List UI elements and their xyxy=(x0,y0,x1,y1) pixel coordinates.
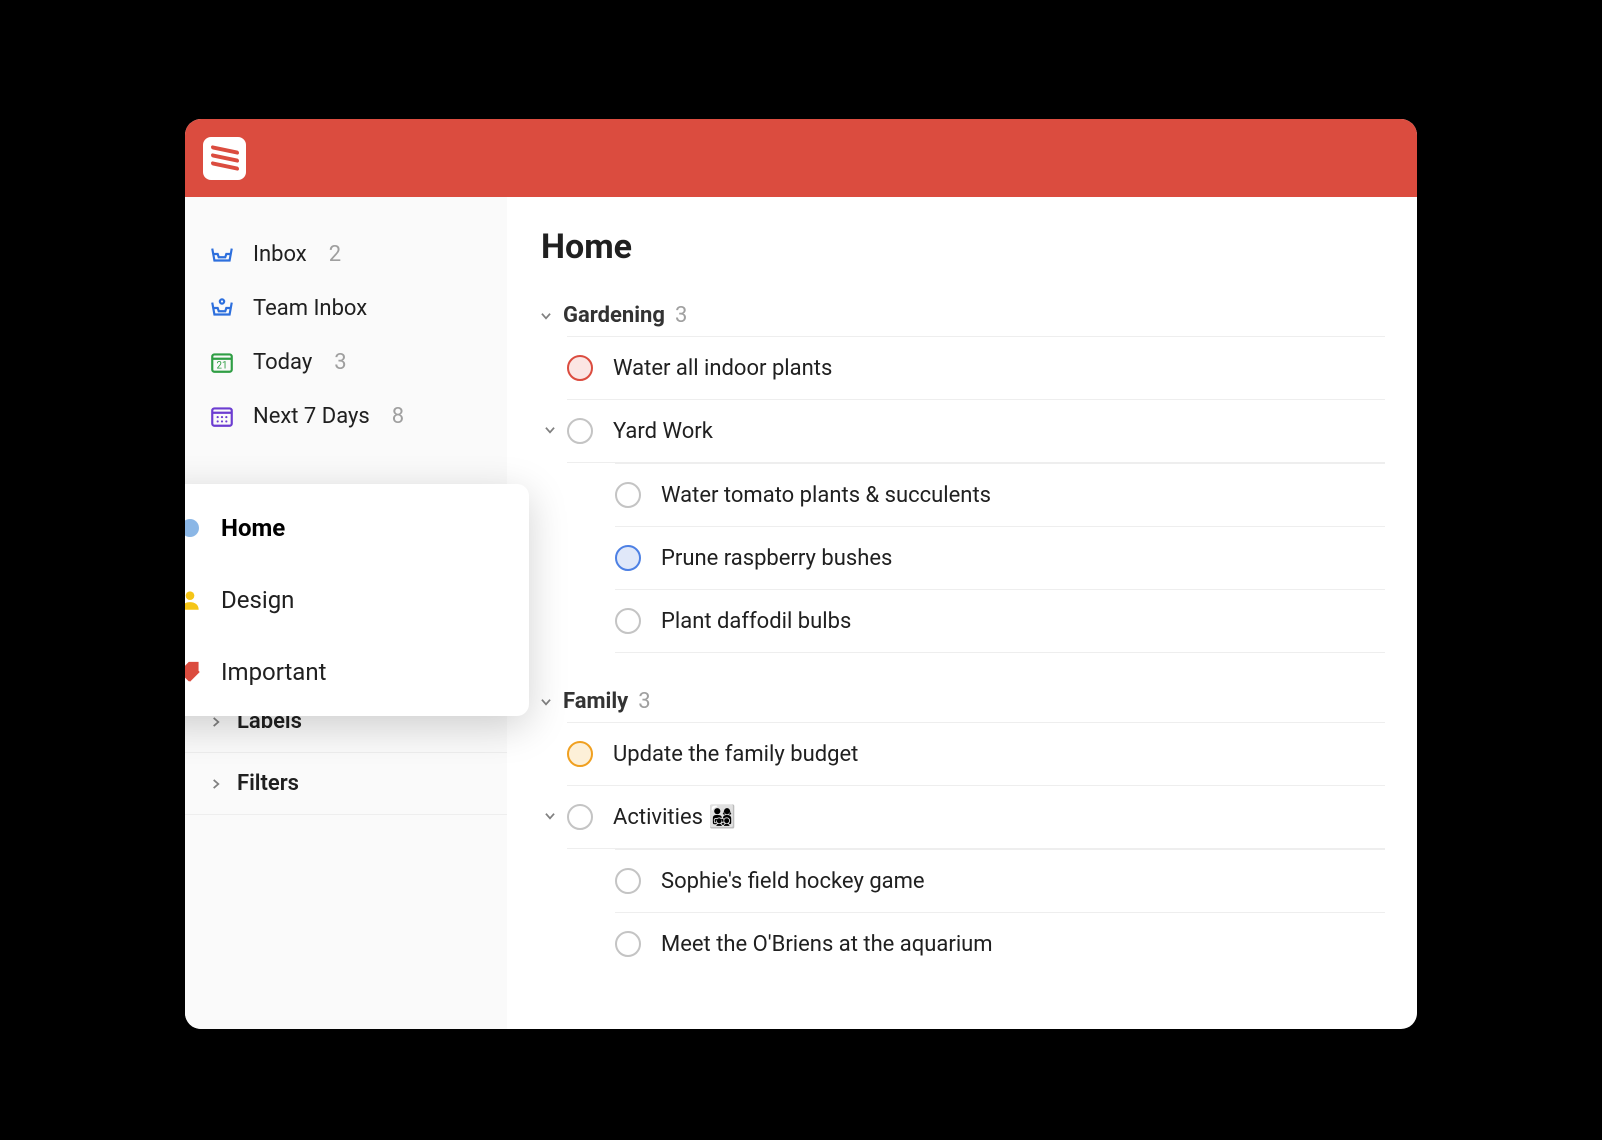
section-count: 3 xyxy=(638,689,650,714)
section-label: Filters xyxy=(237,771,299,796)
task-label: Update the family budget xyxy=(613,742,858,767)
task-row[interactable]: Activities 👨‍👩‍👧‍👦 xyxy=(567,785,1385,849)
task-row[interactable]: Water all indoor plants xyxy=(567,336,1385,399)
chevron-down-icon[interactable] xyxy=(543,423,557,437)
task-label: Water tomato plants & succulents xyxy=(661,483,991,508)
task-label: Water all indoor plants xyxy=(613,356,832,381)
task-row[interactable]: Yard Work xyxy=(567,399,1385,463)
main-content: Home Gardening 3 Water all indoor plants xyxy=(507,197,1417,1029)
section-header[interactable]: Gardening 3 xyxy=(539,303,1385,328)
task-checkbox-icon[interactable] xyxy=(567,804,593,830)
popup-item-design[interactable]: Design xyxy=(185,564,529,636)
task-row[interactable]: Update the family budget xyxy=(567,722,1385,785)
section-name: Gardening xyxy=(563,303,665,328)
chevron-down-icon xyxy=(539,309,553,323)
task-checkbox-icon[interactable] xyxy=(567,418,593,444)
popup-label: Design xyxy=(221,586,294,614)
section-count: 3 xyxy=(675,303,687,328)
popup-label: Important xyxy=(221,658,326,686)
chevron-right-icon xyxy=(209,715,223,729)
section-gardening: Gardening 3 Water all indoor plants Yard… xyxy=(539,303,1385,653)
chevron-down-icon[interactable] xyxy=(543,809,557,823)
task-checkbox-icon[interactable] xyxy=(615,868,641,894)
task-row[interactable]: Water tomato plants & succulents xyxy=(615,463,1385,526)
sidebar-item-team-inbox[interactable]: Team Inbox xyxy=(185,281,507,335)
section-name: Family xyxy=(563,689,628,714)
header-bar xyxy=(185,119,1417,197)
nav-label: Inbox xyxy=(253,242,307,267)
sidebar-section-filters[interactable]: Filters xyxy=(185,753,507,815)
chevron-down-icon xyxy=(539,695,553,709)
task-checkbox-icon[interactable] xyxy=(615,545,641,571)
task-row[interactable]: Prune raspberry bushes xyxy=(615,526,1385,589)
sidebar-item-inbox[interactable]: Inbox 2 xyxy=(185,227,507,281)
popup-item-important[interactable]: Important xyxy=(185,636,529,708)
page-title: Home xyxy=(539,227,1385,267)
task-label: Activities 👨‍👩‍👧‍👦 xyxy=(613,805,736,830)
task-label: Plant daffodil bulbs xyxy=(661,609,851,634)
sidebar-item-next7days[interactable]: Next 7 Days 8 xyxy=(185,389,507,443)
task-checkbox-icon[interactable] xyxy=(615,608,641,634)
nav-count: 8 xyxy=(392,404,404,429)
nav-count: 3 xyxy=(334,350,346,375)
task-checkbox-icon[interactable] xyxy=(615,482,641,508)
section-header[interactable]: Family 3 xyxy=(539,689,1385,714)
nav-label: Team Inbox xyxy=(253,296,367,321)
task-checkbox-icon[interactable] xyxy=(567,355,593,381)
task-label: Prune raspberry bushes xyxy=(661,546,892,571)
task-row[interactable]: Plant daffodil bulbs xyxy=(615,589,1385,653)
calendar-week-icon xyxy=(209,403,235,429)
favorites-popup: Home Design Important xyxy=(185,484,529,716)
person-icon xyxy=(185,587,203,613)
task-label: Meet the O'Briens at the aquarium xyxy=(661,932,993,957)
app-logo-icon[interactable] xyxy=(203,137,246,180)
project-dot-icon xyxy=(185,515,203,541)
task-row[interactable]: Sophie's field hockey game xyxy=(615,849,1385,912)
popup-item-home[interactable]: Home xyxy=(185,492,529,564)
calendar-today-icon: 21 xyxy=(209,349,235,375)
team-inbox-icon xyxy=(209,295,235,321)
section-family: Family 3 Update the family budget Activi… xyxy=(539,689,1385,975)
sidebar-item-today[interactable]: 21 Today 3 xyxy=(185,335,507,389)
task-row[interactable]: Meet the O'Briens at the aquarium xyxy=(615,912,1385,975)
chevron-right-icon xyxy=(209,777,223,791)
task-label: Yard Work xyxy=(613,419,713,444)
task-label: Sophie's field hockey game xyxy=(661,869,925,894)
nav-label: Today xyxy=(253,350,312,375)
nav-label: Next 7 Days xyxy=(253,404,370,429)
popup-label: Home xyxy=(221,514,285,542)
app-window: Inbox 2 Team Inbox 21 xyxy=(185,119,1417,1029)
tag-icon xyxy=(185,659,203,685)
nav-count: 2 xyxy=(329,242,341,267)
task-checkbox-icon[interactable] xyxy=(567,741,593,767)
task-checkbox-icon[interactable] xyxy=(615,931,641,957)
svg-text:21: 21 xyxy=(217,361,228,372)
inbox-icon xyxy=(209,241,235,267)
